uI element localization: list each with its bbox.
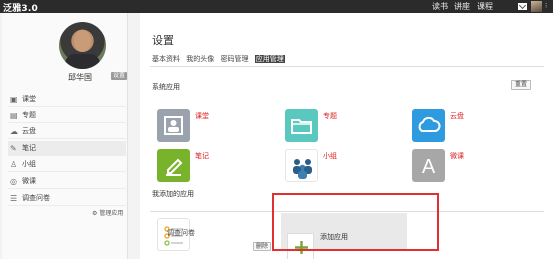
- microlecture-icon: ◎: [10, 177, 17, 186]
- survey-app-name: 调查问卷: [167, 229, 195, 237]
- sidebar-item-note[interactable]: ✎ 笔记: [8, 141, 126, 156]
- delete-button[interactable]: 删除: [253, 242, 271, 251]
- group-icon: ♙: [10, 160, 18, 169]
- gear-icon: ⚙: [92, 210, 98, 217]
- app-name: 微课: [450, 152, 464, 160]
- page-title: 设置: [152, 34, 174, 47]
- profile-name: 邱华国: [68, 73, 92, 82]
- sidebar: 邱华国 设置 ▣ 课堂 ▤ 专题 ☁ 云盘 ✎ 笔记 ♙ 小组 ◎ 微课 ☰ 调…: [2, 13, 128, 259]
- tab-my-avatar[interactable]: 我的头像: [186, 55, 214, 63]
- svg-text:A: A: [422, 156, 436, 178]
- app-classroom[interactable]: 课堂: [157, 109, 277, 143]
- note-icon: ✎: [10, 144, 17, 153]
- app-name: 云盘: [450, 112, 464, 120]
- user-avatar[interactable]: [531, 1, 542, 12]
- cloud-app-icon: [412, 109, 445, 142]
- divider: [150, 66, 544, 67]
- nav-lectures[interactable]: 讲座: [454, 1, 470, 12]
- app-microlecture[interactable]: A 微课: [412, 149, 532, 183]
- highlight-box: [272, 193, 439, 251]
- reset-button[interactable]: 重置: [511, 80, 531, 90]
- my-apps-title: 我添加的应用: [152, 190, 194, 198]
- sidebar-item-topic[interactable]: ▤ 专题: [8, 108, 126, 123]
- settings-tabs: 基本资料 我的头像 密码管理 应用管理: [152, 54, 289, 64]
- cloud-icon: ☁: [10, 127, 18, 136]
- sidebar-item-classroom[interactable]: ▣ 课堂: [8, 92, 126, 107]
- envelope-icon[interactable]: [518, 3, 527, 10]
- system-apps-title: 系统应用: [152, 83, 180, 91]
- tab-password[interactable]: 密码管理: [220, 55, 248, 63]
- app-name: 专题: [323, 112, 337, 120]
- classroom-icon: ▣: [10, 95, 18, 104]
- menu-dots-icon[interactable]: ⁝: [545, 2, 547, 10]
- app-topic[interactable]: 专题: [285, 109, 405, 143]
- sidebar-item-cloud[interactable]: ☁ 云盘: [8, 124, 126, 139]
- sidebar-item-microlecture[interactable]: ◎ 微课: [8, 174, 126, 189]
- app-name: 笔记: [195, 152, 209, 160]
- app-note[interactable]: 笔记: [157, 149, 277, 183]
- profile-avatar[interactable]: [59, 22, 106, 69]
- top-navigation-bar: 泛雅3.0 读书 讲座 课程 ⁝: [0, 0, 553, 14]
- app-name: 课堂: [195, 112, 209, 120]
- folder-icon: [285, 109, 318, 142]
- nav-courses[interactable]: 课程: [477, 1, 493, 12]
- group-app-icon: [285, 149, 318, 182]
- tab-app-management[interactable]: 应用管理: [254, 55, 285, 63]
- app-cloud[interactable]: 云盘: [412, 109, 532, 143]
- letter-a-icon: A: [412, 149, 445, 182]
- classroom-app-icon: [157, 109, 190, 142]
- app-name: 小组: [323, 152, 337, 160]
- sidebar-item-group[interactable]: ♙ 小组: [8, 157, 126, 172]
- tab-basic-info[interactable]: 基本资料: [152, 55, 180, 63]
- settings-badge[interactable]: 设置: [111, 72, 127, 80]
- survey-icon: ☰: [10, 194, 18, 203]
- app-group[interactable]: 小组: [285, 149, 405, 183]
- nav-reading[interactable]: 读书: [432, 1, 448, 12]
- topic-icon: ▤: [10, 111, 18, 120]
- manage-apps-link[interactable]: ⚙ 管理应用: [92, 208, 123, 217]
- pencil-icon: [157, 149, 190, 182]
- sidebar-item-survey[interactable]: ☰ 调查问卷: [8, 191, 126, 206]
